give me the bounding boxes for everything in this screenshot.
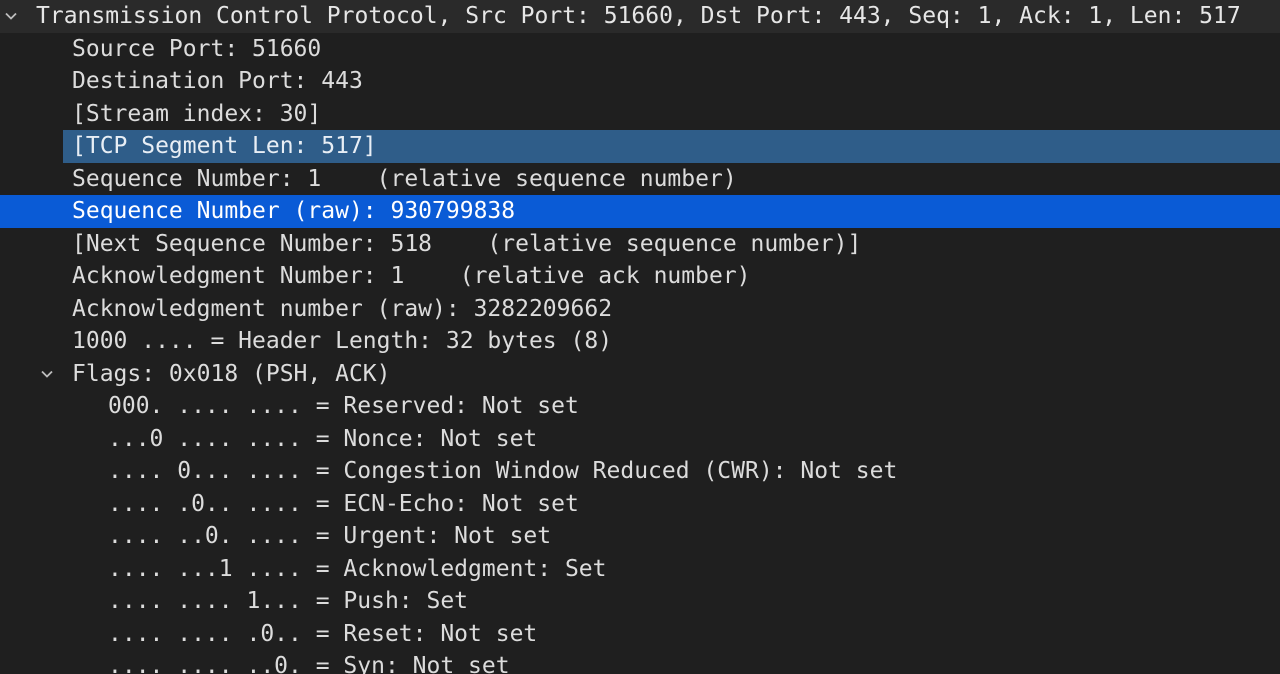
flag-text: .... .... .0.. = Reset: Not set	[108, 620, 538, 647]
field-text: Source Port: 51660	[72, 35, 322, 62]
tcp-protocol-summary: Transmission Control Protocol, Src Port:…	[36, 3, 1241, 29]
flag-syn[interactable]: .... .... ..0. = Syn: Not set	[0, 650, 1280, 674]
flags-label: Flags: 0x018 (PSH, ACK)	[72, 360, 391, 387]
field-text: Sequence Number (raw): 930799838	[72, 198, 516, 224]
flag-ecn-echo[interactable]: .... .0.. .... = ECN-Echo: Not set	[0, 488, 1280, 521]
field-text: Sequence Number: 1 (relative sequence nu…	[72, 165, 737, 192]
packet-details-tree: Transmission Control Protocol, Src Port:…	[0, 0, 1280, 674]
chevron-down-icon[interactable]	[37, 358, 57, 391]
flag-text: .... .... 1... = Push: Set	[108, 588, 469, 614]
field-text: Acknowledgment Number: 1 (relative ack n…	[72, 263, 751, 289]
flag-text: .... .0.. .... = ECN-Echo: Not set	[108, 490, 579, 517]
field-text: [Stream index: 30]	[72, 100, 322, 127]
flag-reset[interactable]: .... .... .0.. = Reset: Not set	[0, 618, 1280, 651]
field-tcp-segment-len[interactable]: [TCP Segment Len: 517]	[63, 130, 1280, 163]
field-stream-index[interactable]: [Stream index: 30]	[0, 98, 1280, 131]
chevron-down-icon[interactable]	[1, 0, 21, 33]
flag-text: ...0 .... .... = Nonce: Not set	[108, 425, 538, 452]
field-text: [Next Sequence Number: 518 (relative seq…	[72, 230, 862, 257]
field-sequence-number[interactable]: Sequence Number: 1 (relative sequence nu…	[0, 163, 1280, 196]
flag-urgent[interactable]: .... ..0. .... = Urgent: Not set	[0, 520, 1280, 553]
field-text: [TCP Segment Len: 517]	[72, 133, 377, 159]
flag-text: .... 0... .... = Congestion Window Reduc…	[108, 458, 898, 484]
flag-text: .... ..0. .... = Urgent: Not set	[108, 523, 552, 549]
flag-acknowledgment[interactable]: .... ...1 .... = Acknowledgment: Set	[0, 553, 1280, 586]
flag-cwr[interactable]: .... 0... .... = Congestion Window Reduc…	[0, 455, 1280, 488]
field-text: 1000 .... = Header Length: 32 bytes (8)	[72, 328, 613, 354]
flag-reserved[interactable]: 000. .... .... = Reserved: Not set	[0, 390, 1280, 423]
field-acknowledgment-number-raw[interactable]: Acknowledgment number (raw): 3282209662	[0, 293, 1280, 326]
tcp-protocol-row[interactable]: Transmission Control Protocol, Src Port:…	[0, 0, 1280, 33]
flag-text: .... .... ..0. = Syn: Not set	[108, 653, 510, 674]
field-source-port[interactable]: Source Port: 51660	[0, 33, 1280, 66]
field-header-length[interactable]: 1000 .... = Header Length: 32 bytes (8)	[0, 325, 1280, 358]
flag-push[interactable]: .... .... 1... = Push: Set	[0, 585, 1280, 618]
field-text: Destination Port: 443	[72, 68, 363, 94]
field-acknowledgment-number[interactable]: Acknowledgment Number: 1 (relative ack n…	[0, 260, 1280, 293]
field-flags[interactable]: Flags: 0x018 (PSH, ACK)	[0, 358, 1280, 391]
flag-text: .... ...1 .... = Acknowledgment: Set	[108, 555, 607, 582]
flag-nonce[interactable]: ...0 .... .... = Nonce: Not set	[0, 423, 1280, 456]
field-sequence-number-raw[interactable]: Sequence Number (raw): 930799838	[0, 195, 1280, 228]
field-destination-port[interactable]: Destination Port: 443	[0, 65, 1280, 98]
field-next-sequence-number[interactable]: [Next Sequence Number: 518 (relative seq…	[0, 228, 1280, 261]
field-text: Acknowledgment number (raw): 3282209662	[72, 295, 613, 322]
flag-text: 000. .... .... = Reserved: Not set	[108, 393, 579, 419]
